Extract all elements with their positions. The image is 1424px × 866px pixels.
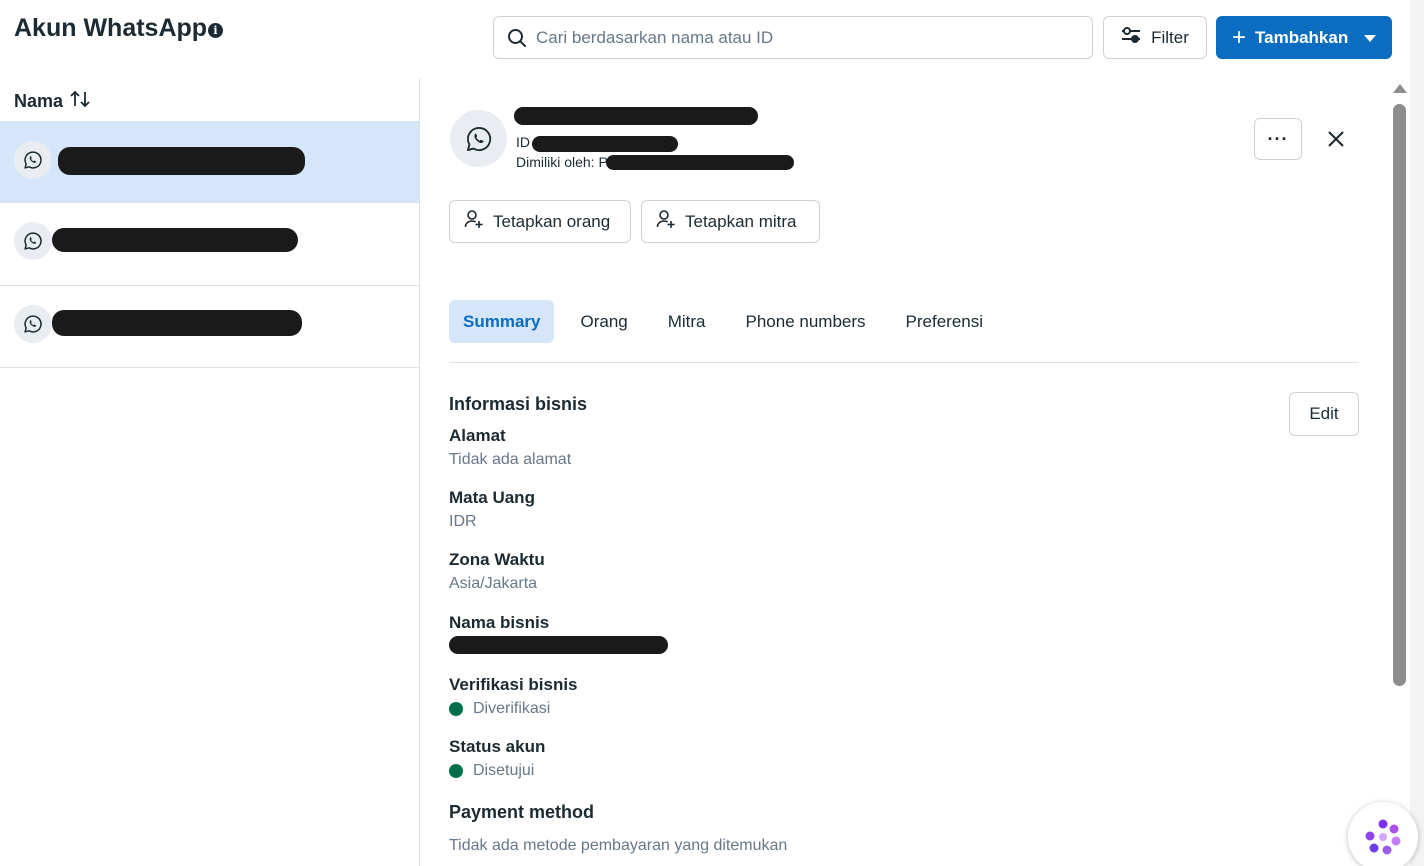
account-list: Nama: [0, 78, 420, 866]
id-label: ID: [516, 134, 530, 150]
verification-status: Diverifikasi: [449, 700, 550, 718]
add-label: Tambahkan: [1255, 27, 1349, 47]
detail-panel: ID Dimiliki oleh: P ··· Tetapkan orang T…: [420, 78, 1390, 866]
name-column-header[interactable]: Nama: [14, 90, 91, 113]
window-edge: [1410, 0, 1424, 866]
tab-preferensi[interactable]: Preferensi: [892, 300, 997, 343]
redacted-name: [52, 310, 302, 336]
redacted-owner: [606, 155, 794, 170]
search-icon: [507, 28, 527, 53]
search-input[interactable]: [536, 25, 1076, 50]
sort-arrows-icon[interactable]: [69, 90, 91, 113]
help-assistant-icon[interactable]: [1348, 802, 1418, 866]
address-label: Alamat: [449, 426, 506, 445]
whatsapp-icon: [14, 141, 52, 179]
tab-mitra[interactable]: Mitra: [654, 300, 720, 343]
name-column-label: Nama: [14, 91, 64, 111]
list-item[interactable]: [0, 286, 419, 368]
assign-partner-label: Tetapkan mitra: [685, 211, 797, 231]
redacted-id: [532, 136, 678, 152]
filter-sliders-icon: [1121, 27, 1141, 48]
assign-person-button[interactable]: Tetapkan orang: [449, 200, 631, 243]
add-partner-icon: [656, 209, 676, 234]
timezone-label: Zona Waktu: [449, 550, 545, 569]
whatsapp-icon: [450, 110, 507, 167]
account-status-label: Status akun: [449, 737, 546, 756]
currency-label: Mata Uang: [449, 488, 535, 507]
more-options-button[interactable]: ···: [1254, 118, 1302, 160]
verification-value: Diverifikasi: [473, 700, 551, 717]
account-status-value: Disetujui: [473, 762, 535, 779]
list-item[interactable]: [0, 204, 419, 286]
redacted-name: [58, 147, 305, 175]
filter-button[interactable]: Filter: [1103, 16, 1207, 59]
detail-tabs: Summary Orang Mitra Phone numbers Prefer…: [449, 300, 1009, 343]
info-icon[interactable]: i: [208, 23, 223, 38]
search-box[interactable]: [493, 16, 1093, 59]
page-title: Akun WhatsApp: [14, 14, 208, 42]
close-icon[interactable]: [1323, 126, 1349, 152]
assign-person-label: Tetapkan orang: [493, 211, 611, 231]
list-item[interactable]: [0, 121, 419, 203]
currency-value: IDR: [449, 513, 477, 530]
redacted-business-name: [449, 636, 668, 654]
address-value: Tidak ada alamat: [449, 451, 572, 468]
edit-button[interactable]: Edit: [1289, 392, 1359, 436]
timezone-value: Asia/Jakarta: [449, 575, 538, 592]
tab-phone-numbers[interactable]: Phone numbers: [732, 300, 880, 343]
tab-summary[interactable]: Summary: [449, 300, 555, 343]
business-name-label: Nama bisnis: [449, 613, 550, 632]
redacted-account-name: [514, 107, 758, 125]
account-status: Disetujui: [449, 762, 534, 780]
scrollbar-thumb[interactable]: [1393, 104, 1406, 686]
tab-divider: [449, 362, 1359, 363]
business-info-title: Informasi bisnis: [449, 394, 588, 414]
add-person-icon: [464, 209, 484, 234]
payment-method-title: Payment method: [449, 802, 595, 822]
scroll-up-arrow-icon[interactable]: [1393, 84, 1407, 93]
redacted-name: [52, 228, 298, 252]
assign-partner-button[interactable]: Tetapkan mitra: [641, 200, 820, 243]
status-dot: [449, 764, 463, 778]
verification-label: Verifikasi bisnis: [449, 675, 578, 694]
add-button[interactable]: + Tambahkan: [1216, 16, 1392, 59]
owned-by-label: Dimiliki oleh: P: [516, 154, 608, 170]
filter-label: Filter: [1151, 27, 1189, 47]
plus-icon: +: [1232, 23, 1247, 51]
whatsapp-icon: [14, 305, 52, 343]
caret-down-icon[interactable]: [1364, 35, 1376, 42]
tab-orang[interactable]: Orang: [566, 300, 641, 343]
whatsapp-icon: [14, 222, 52, 260]
status-dot: [449, 702, 463, 716]
payment-method-value: Tidak ada metode pembayaran yang ditemuk…: [449, 837, 788, 854]
